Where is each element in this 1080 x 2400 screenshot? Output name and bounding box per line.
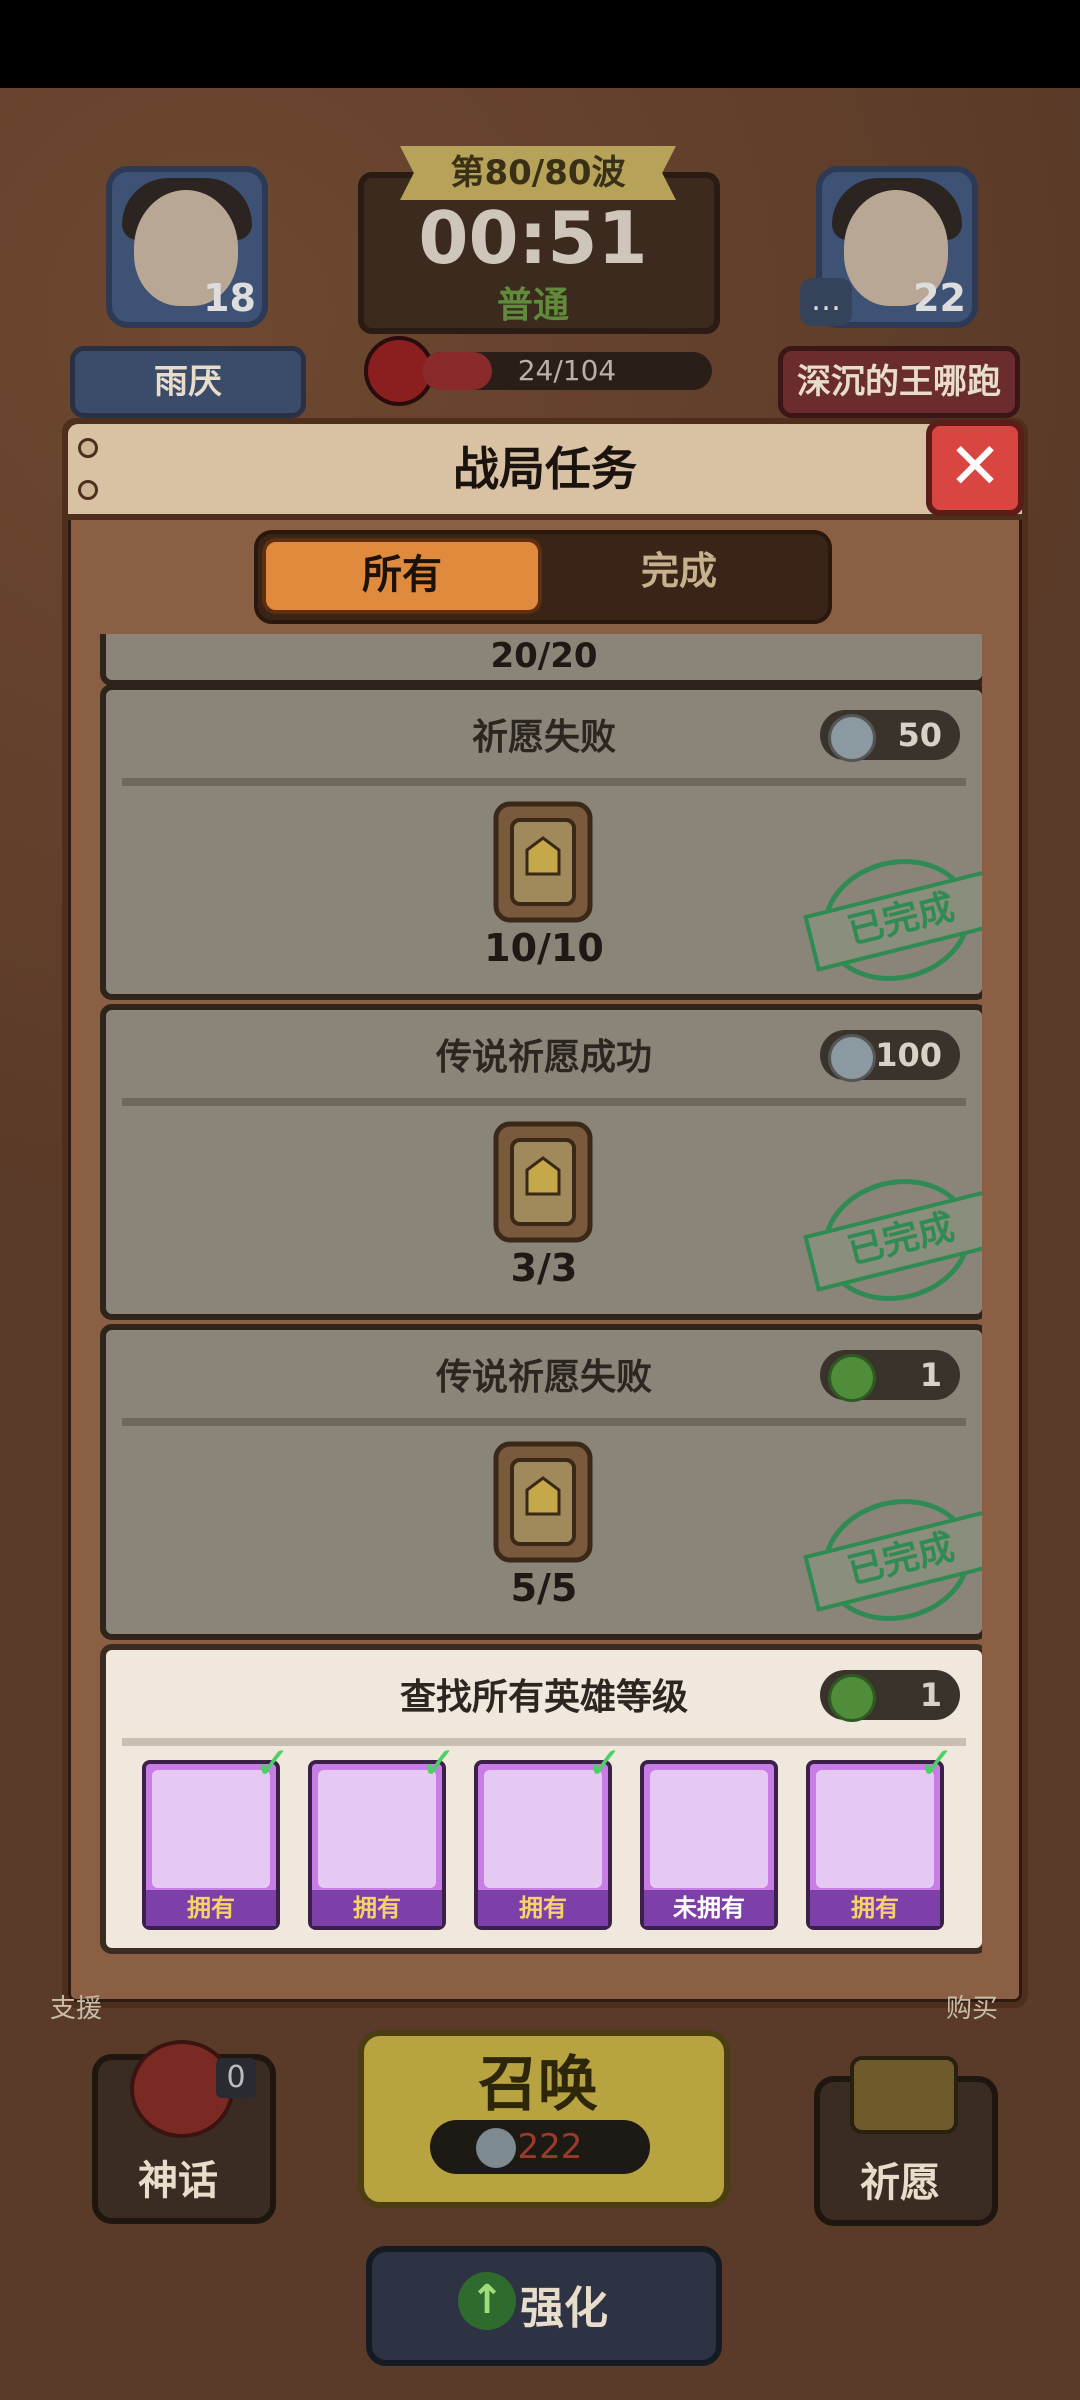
reward-badge: 1 <box>820 1350 960 1402</box>
myth-count: 0 <box>216 2058 256 2098</box>
reward-amount: 1 <box>919 1676 942 1714</box>
check-icon: ✓ <box>918 1738 955 1789</box>
modal-title: 战局任务 <box>453 442 637 496</box>
hero-status: 拥有 <box>146 1890 276 1926</box>
completed-stamp: 已完成 <box>803 1163 982 1317</box>
reward-badge: 100 <box>820 1030 960 1082</box>
tab-completed[interactable]: 完成 <box>540 538 818 606</box>
hero-status: 拥有 <box>478 1890 608 1926</box>
difficulty-label: 普通 <box>496 285 569 326</box>
chat-icon[interactable]: … <box>800 278 852 326</box>
player-left-name: 雨厌 <box>70 346 306 418</box>
hero-card[interactable]: 拥有 ✓ <box>142 1742 291 1930</box>
divider <box>122 1738 966 1746</box>
check-icon: ✓ <box>254 1738 291 1789</box>
wish-label: 祈愿 <box>860 2160 940 2206</box>
player-left-level: 18 <box>203 276 256 320</box>
reward-amount: 50 <box>897 716 942 754</box>
reward-amount: 100 <box>875 1036 942 1074</box>
hero-portrait-icon <box>484 1770 602 1888</box>
summon-label: 召唤 <box>478 2050 598 2120</box>
hero-card[interactable]: 未拥有 <box>640 1760 778 1930</box>
tab-all[interactable]: 所有 <box>262 538 542 614</box>
hero-portrait-icon <box>816 1770 934 1888</box>
hero-status: 未拥有 <box>644 1890 774 1926</box>
scroll-trophy-icon <box>493 1441 593 1563</box>
task-progress: 20/20 <box>490 636 598 676</box>
slot-machine-icon <box>850 2056 958 2134</box>
task-card: 祈愿失败 50 10/10 已完成 <box>100 684 982 1000</box>
hero-task-card: 查找所有英雄等级 1 拥有 ✓ 拥有 ✓ 拥有 ✓ 未拥有 拥有 ✓ <box>100 1644 982 1954</box>
hero-portrait-icon <box>650 1770 768 1888</box>
scroll-trophy-icon <box>493 801 593 923</box>
hero-card[interactable]: 拥有 ✓ <box>474 1742 623 1930</box>
divider <box>122 1418 966 1426</box>
green-gem-icon <box>828 1354 876 1402</box>
hero-portrait-icon <box>318 1770 436 1888</box>
hero-status: 拥有 <box>312 1890 442 1926</box>
player-right-level: 22 <box>913 276 966 320</box>
upgrade-label: 强化 <box>520 2283 608 2334</box>
scroll-trophy-icon <box>493 1121 593 1243</box>
hero-card[interactable]: 拥有 ✓ <box>308 1742 457 1930</box>
player-right-name: 深沉的王哪跑 <box>778 346 1020 418</box>
task-list[interactable]: 20/20 祈愿失败 50 10/10 已完成 传说祈愿成功 100 3/3 已… <box>96 634 982 1954</box>
task-card-partial: 20/20 <box>100 634 982 686</box>
boss-progress-bar: 24/104 <box>422 352 712 390</box>
status-bar <box>0 0 1080 88</box>
myth-label: 神话 <box>138 2158 218 2204</box>
check-icon: ✓ <box>586 1738 623 1789</box>
hero-portrait-icon <box>152 1770 270 1888</box>
reward-badge: 50 <box>820 710 960 762</box>
support-label: 支援 <box>50 1994 103 2024</box>
check-icon: ✓ <box>420 1738 457 1789</box>
silver-coin-icon <box>828 714 876 762</box>
buy-label: 购买 <box>946 1994 999 2024</box>
divider <box>122 778 966 786</box>
completed-stamp: 已完成 <box>803 843 982 997</box>
close-button[interactable]: ✕ <box>926 420 1024 516</box>
green-gem-icon <box>828 1674 876 1722</box>
summon-cost: 222 <box>517 2127 583 2167</box>
boss-progress-text: 24/104 <box>517 354 617 387</box>
task-card: 传说祈愿成功 100 3/3 已完成 <box>100 1004 982 1320</box>
reward-amount: 1 <box>919 1356 942 1394</box>
task-card: 传说祈愿失败 1 5/5 已完成 <box>100 1324 982 1640</box>
hero-status: 拥有 <box>810 1890 940 1926</box>
hero-card[interactable]: 拥有 ✓ <box>806 1742 955 1930</box>
divider <box>122 1098 966 1106</box>
reward-badge: 1 <box>820 1670 960 1722</box>
arrow-up-icon: ↑ <box>458 2272 516 2330</box>
wave-timer: 00:51 <box>418 196 648 280</box>
completed-stamp: 已完成 <box>803 1483 982 1637</box>
wave-ribbon: 第80/80波 <box>400 146 676 200</box>
silver-coin-icon <box>828 1034 876 1082</box>
player-left-avatar[interactable]: 18 <box>106 166 268 328</box>
